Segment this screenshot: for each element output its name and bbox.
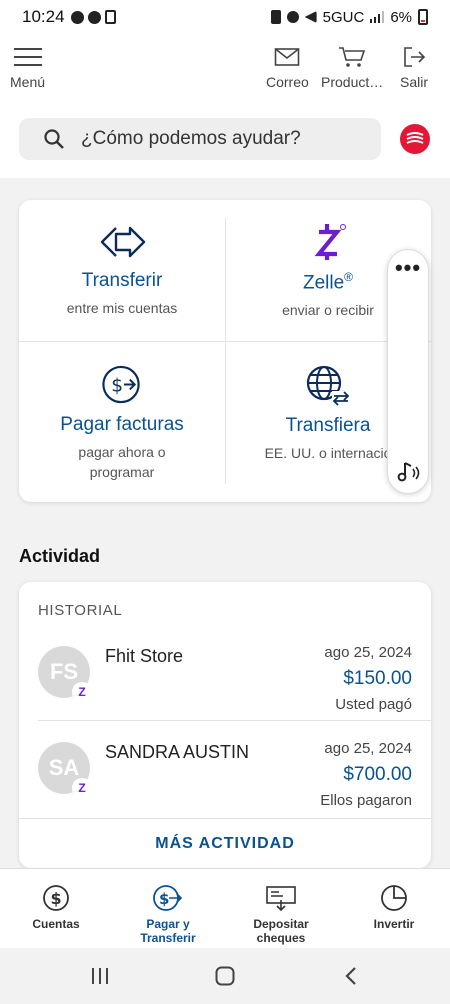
zelle-badge-icon: Z (72, 778, 92, 798)
exit-button[interactable]: Salir (400, 46, 428, 90)
status-bar: 10:24 5GUC 6% (0, 0, 450, 34)
svg-text:$: $ (159, 890, 169, 908)
mail-button[interactable]: Correo (266, 46, 309, 90)
globe-transfer-icon (306, 365, 350, 406)
notification-icons (70, 10, 116, 24)
back-icon (345, 967, 356, 985)
action-title: Pagar facturas (60, 414, 184, 435)
svg-text:$: $ (51, 889, 62, 908)
cart-icon (339, 47, 366, 67)
nav-label: Transferir (140, 931, 196, 945)
nav-label: Cuentas (32, 917, 80, 931)
mute-icon (304, 11, 317, 23)
transaction-note: Ellos pagaron (320, 792, 412, 809)
action-subtitle: EE. UU. o internacio (264, 445, 392, 461)
history-label: HISTORIAL (38, 602, 123, 619)
zelle-icon (314, 224, 346, 260)
recent-apps-button[interactable] (86, 962, 114, 990)
pay-bills-action[interactable]: $ Pagar facturas pagar ahora o programar (19, 341, 225, 482)
nav-pay-transfer[interactable]: $ Pagar y Transferir (112, 869, 224, 949)
bank-logo-icon (406, 132, 424, 144)
recent-apps-icon (92, 968, 108, 984)
subtitle-line: pagar ahora o (78, 444, 166, 460)
action-title: Transferir (81, 270, 163, 291)
transaction-row[interactable]: FS Z Fhit Store ago 25, 2024 $150.00 Ust… (19, 634, 431, 730)
more-activity-button[interactable]: MÁS ACTIVIDAD (19, 818, 431, 868)
quick-actions-card: Transferir entre mis cuentas Zelle® envi… (19, 200, 431, 502)
message-icon (70, 10, 84, 24)
search-placeholder: ¿Cómo podemos ayudar? (81, 128, 301, 149)
transfer-action[interactable]: Transferir entre mis cuentas (19, 200, 225, 341)
zelle-title-text: Zelle (302, 272, 345, 294)
assistant-button[interactable] (400, 124, 430, 154)
app-header: Menú Correo Product… Salir ¿Cómo podemos… (0, 34, 450, 178)
nav-label: Depositar (253, 917, 309, 931)
action-title: Transfiera (285, 415, 371, 436)
logout-icon (404, 47, 426, 67)
search-input[interactable]: ¿Cómo podemos ayudar? (19, 118, 381, 160)
registered-mark: ® (344, 270, 354, 284)
action-subtitle: pagar ahora o programar (78, 442, 165, 482)
home-icon (215, 966, 235, 986)
action-title: Zelle® (303, 270, 353, 294)
nav-label: cheques (256, 931, 306, 945)
pie-chart-icon (381, 885, 407, 911)
mail-label: Correo (266, 74, 309, 90)
nav-accounts[interactable]: $ Cuentas (0, 869, 112, 949)
zelle-badge-icon: Z (72, 682, 92, 702)
sim-icon (270, 10, 281, 24)
transaction-amount: $700.00 (343, 764, 412, 785)
home-button[interactable] (211, 962, 239, 990)
search-icon (44, 129, 64, 149)
mail-icon (275, 48, 300, 66)
check-deposit-icon (266, 886, 296, 912)
nav-label: Invertir (373, 917, 415, 931)
floating-side-panel[interactable]: ••• (387, 249, 429, 494)
transaction-name: Fhit Store (105, 646, 184, 666)
hamburger-icon (13, 48, 42, 66)
nav-deposit-checks[interactable]: Depositar cheques (225, 869, 337, 949)
divider (38, 720, 431, 721)
more-options-icon[interactable]: ••• (388, 257, 428, 279)
transaction-name: SANDRA AUSTIN (105, 742, 250, 762)
bottom-nav: $ Cuentas $ Pagar y Transferir Depositar… (0, 868, 450, 948)
menu-label: Menú (10, 74, 46, 90)
signal-icon (370, 11, 385, 23)
battery-percent: 6% (390, 8, 412, 26)
pay-transfer-icon: $ (153, 885, 183, 911)
network-label: 5GUC (322, 8, 365, 26)
exit-label: Salir (400, 74, 429, 90)
activity-card: HISTORIAL FS Z Fhit Store ago 25, 2024 $… (19, 582, 431, 868)
nav-label: Pagar y (146, 917, 190, 931)
status-time: 10:24 (22, 7, 65, 26)
back-button[interactable] (337, 962, 365, 990)
action-subtitle: entre mis cuentas (66, 300, 178, 316)
whatsapp-icon (87, 10, 101, 24)
pay-bill-icon: $ (102, 365, 140, 404)
transaction-date: ago 25, 2024 (324, 644, 412, 661)
svg-text:$: $ (111, 375, 123, 396)
transaction-row[interactable]: SA Z SANDRA AUSTIN ago 25, 2024 $700.00 … (19, 730, 431, 826)
alarm-icon (286, 11, 299, 23)
transaction-note: Usted pagó (335, 696, 412, 713)
products-button[interactable]: Product… (321, 46, 383, 90)
dollar-circle-icon: $ (43, 885, 69, 911)
transaction-amount: $150.00 (343, 668, 412, 689)
transfer-arrows-icon (100, 226, 146, 258)
action-subtitle: enviar o recibir (282, 302, 374, 319)
document-icon (104, 10, 116, 24)
transaction-date: ago 25, 2024 (324, 740, 412, 757)
activity-heading: Actividad (19, 546, 101, 566)
subtitle-line: programar (89, 464, 155, 480)
battery-icon (418, 9, 428, 25)
system-nav-bar (0, 948, 450, 1004)
menu-button[interactable]: Menú (10, 46, 45, 90)
products-label: Product… (321, 74, 384, 90)
nav-invest[interactable]: Invertir (338, 869, 450, 949)
music-note-icon[interactable] (395, 457, 423, 485)
